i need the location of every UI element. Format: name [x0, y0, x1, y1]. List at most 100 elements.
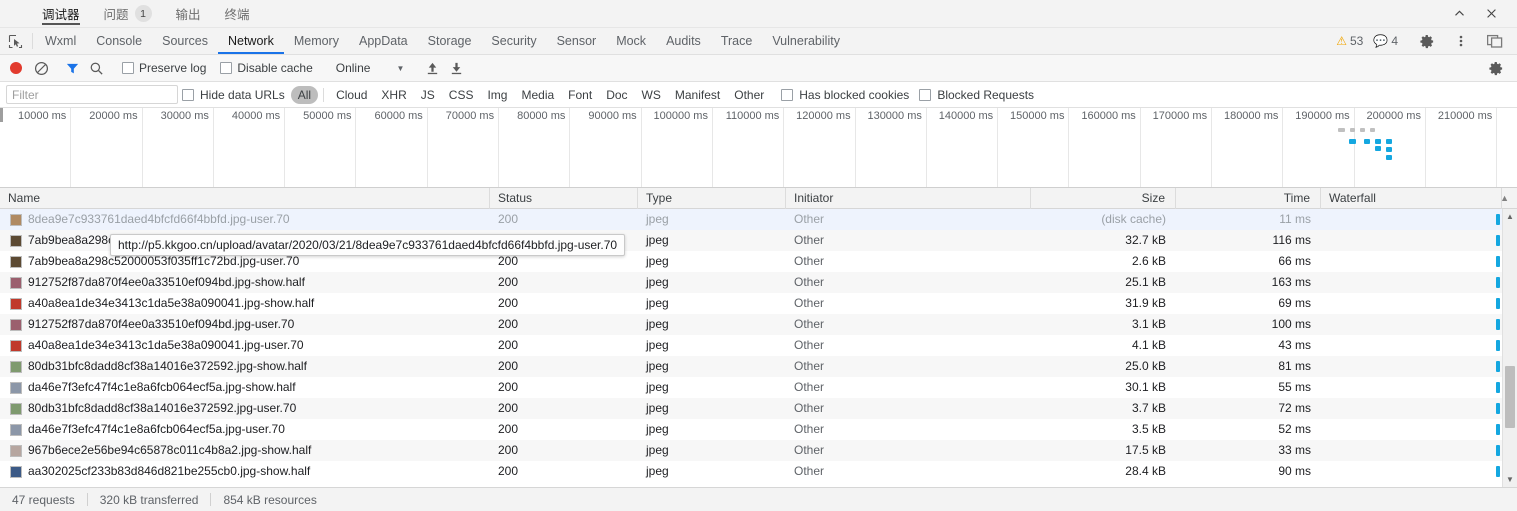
cell-waterfall — [1321, 209, 1502, 230]
filter-type-css[interactable]: CSS — [442, 86, 481, 104]
chevron-up-icon[interactable] — [1443, 1, 1475, 27]
network-toolbar-right — [1485, 57, 1511, 79]
cell-waterfall — [1321, 272, 1502, 293]
close-icon[interactable] — [1475, 1, 1507, 27]
filter-type-media[interactable]: Media — [514, 86, 561, 104]
sort-ascending-icon[interactable]: ▲ — [1500, 193, 1509, 203]
devtools-panel-tabs: Wxml Console Sources Network Memory AppD… — [0, 28, 1517, 55]
table-row[interactable]: 967b6ece2e56be94c65878c011c4b8a2.jpg-sho… — [0, 440, 1517, 461]
disable-cache-checkbox[interactable]: Disable cache — [214, 61, 318, 75]
table-row[interactable]: a40a8ea1de34e3413c1da5e38a090041.jpg-sho… — [0, 293, 1517, 314]
network-request-table: Name Status Type Initiator Size Time Waterfall… — [0, 188, 1517, 487]
throttling-select[interactable]: Online ▼ — [328, 61, 413, 75]
filter-type-xhr[interactable]: XHR — [374, 86, 413, 104]
window-tab-terminal[interactable]: 终端 — [213, 0, 262, 27]
table-row[interactable]: da46e7f3efc47f4c1e8a6fcb064ecf5a.jpg-sho… — [0, 377, 1517, 398]
filter-type-manifest[interactable]: Manifest — [668, 86, 727, 104]
filter-type-font[interactable]: Font — [561, 86, 599, 104]
filter-type-js[interactable]: JS — [414, 86, 442, 104]
timeline-tick-label: 150000 ms — [1010, 110, 1065, 122]
column-header-initiator[interactable]: Initiator — [786, 188, 1031, 209]
tab-label: Wxml — [45, 34, 77, 48]
table-row[interactable]: 80db31bfc8dadd8cf38a14016e372592.jpg-use… — [0, 398, 1517, 419]
table-row[interactable]: 80db31bfc8dadd8cf38a14016e372592.jpg-sho… — [0, 356, 1517, 377]
tab-trace[interactable]: Trace — [711, 28, 763, 54]
vertical-scrollbar[interactable]: ▲ ▼ — [1502, 209, 1517, 487]
column-header-name[interactable]: Name — [0, 188, 490, 209]
cell-time: 55 ms — [1278, 380, 1311, 394]
tab-security[interactable]: Security — [481, 28, 546, 54]
gear-icon[interactable] — [1411, 28, 1443, 54]
column-header-time[interactable]: Time — [1176, 188, 1321, 209]
network-overview-timeline[interactable]: 10000 ms 20000 ms 30000 ms 40000 ms 50000 ms… — [0, 108, 1517, 188]
timeline-tick: 170000 ms — [1141, 108, 1213, 187]
inspect-element-icon[interactable] — [0, 28, 30, 54]
timeline-tick-label: 90000 ms — [588, 110, 637, 122]
scroll-up-arrow-icon[interactable]: ▲ — [1503, 209, 1517, 224]
has-blocked-cookies-checkbox[interactable]: Has blocked cookies — [781, 88, 909, 102]
window-tab-label: 问题 — [103, 8, 129, 22]
blocked-requests-checkbox[interactable]: Blocked Requests — [919, 88, 1034, 102]
window-tab-output[interactable]: 输出 — [164, 0, 213, 27]
filter-type-ws[interactable]: WS — [635, 86, 668, 104]
gear-icon[interactable] — [1485, 57, 1507, 79]
scroll-down-arrow-icon[interactable]: ▼ — [1503, 472, 1517, 487]
dock-window-icon[interactable] — [1479, 28, 1511, 54]
cell-waterfall — [1321, 461, 1502, 482]
tab-network[interactable]: Network — [217, 28, 284, 54]
request-name: 80db31bfc8dadd8cf38a14016e372592.jpg-sho… — [28, 359, 307, 373]
hide-data-urls-checkbox[interactable]: Hide data URLs — [182, 88, 285, 102]
tab-memory[interactable]: Memory — [284, 28, 349, 54]
request-name: aa302025cf233b83d846d821be255cb0.jpg-sho… — [28, 464, 311, 478]
column-header-type[interactable]: Type — [638, 188, 786, 209]
tab-storage[interactable]: Storage — [418, 28, 482, 54]
tab-audits[interactable]: Audits — [656, 28, 711, 54]
tab-mock[interactable]: Mock — [606, 28, 656, 54]
timeline-tick-label: 100000 ms — [653, 110, 708, 122]
window-tab-problems[interactable]: 问题 1 — [92, 0, 164, 27]
upload-arrow-icon[interactable] — [421, 57, 443, 79]
timeline-tick: 150000 ms — [998, 108, 1070, 187]
scrollbar-thumb[interactable] — [1505, 366, 1515, 428]
warning-count-chip[interactable]: ⚠ 53 — [1332, 34, 1367, 48]
tab-vulnerability[interactable]: Vulnerability — [762, 28, 850, 54]
tab-sources[interactable]: Sources — [152, 28, 218, 54]
table-row[interactable]: 912752f87da870f4ee0a33510ef094bd.jpg-use… — [0, 314, 1517, 335]
filter-icon[interactable] — [61, 57, 83, 79]
table-row[interactable]: aa302025cf233b83d846d821be255cb0.jpg-sho… — [0, 461, 1517, 482]
request-name: 967b6ece2e56be94c65878c011c4b8a2.jpg-sho… — [28, 443, 312, 457]
filter-type-doc[interactable]: Doc — [599, 86, 634, 104]
kebab-menu-icon[interactable] — [1445, 28, 1477, 54]
tab-console[interactable]: Console — [86, 28, 152, 54]
filter-input[interactable] — [6, 85, 178, 104]
clear-icon[interactable] — [30, 57, 52, 79]
filter-type-other[interactable]: Other — [727, 86, 771, 104]
filter-type-img[interactable]: Img — [480, 86, 514, 104]
table-row[interactable]: a40a8ea1de34e3413c1da5e38a090041.jpg-use… — [0, 335, 1517, 356]
table-row[interactable]: da46e7f3efc47f4c1e8a6fcb064ecf5a.jpg-use… — [0, 419, 1517, 440]
timeline-tick-label: 20000 ms — [89, 110, 138, 122]
request-thumbnail-icon — [10, 339, 22, 352]
timeline-request-mark — [1364, 139, 1370, 144]
message-count-chip[interactable]: 💬 4 — [1369, 34, 1402, 48]
table-row[interactable]: 912752f87da870f4ee0a33510ef094bd.jpg-sho… — [0, 272, 1517, 293]
cell-type: jpeg — [646, 233, 669, 247]
warning-triangle-icon: ⚠ — [1336, 34, 1347, 48]
tab-wxml[interactable]: Wxml — [35, 28, 86, 54]
table-row[interactable]: 8dea9e7c933761daed4bfcfd66f4bbfd.jpg-use… — [0, 209, 1517, 230]
column-header-status[interactable]: Status — [490, 188, 638, 209]
record-stop-icon[interactable] — [10, 62, 22, 74]
window-tab-debugger[interactable]: 调试器 — [30, 0, 92, 27]
search-icon[interactable] — [85, 57, 107, 79]
cell-status: 200 — [498, 422, 519, 436]
tab-sensor[interactable]: Sensor — [547, 28, 607, 54]
timeline-request-mark — [1360, 128, 1365, 132]
tab-appdata[interactable]: AppData — [349, 28, 418, 54]
column-header-waterfall[interactable]: Waterfall — [1321, 188, 1502, 209]
preserve-log-checkbox[interactable]: Preserve log — [116, 61, 212, 75]
filter-type-all[interactable]: All — [290, 85, 319, 104]
waterfall-bar — [1496, 403, 1500, 414]
filter-type-cloud[interactable]: Cloud — [329, 86, 374, 104]
column-header-size[interactable]: Size — [1031, 188, 1176, 209]
download-arrow-icon[interactable] — [445, 57, 467, 79]
